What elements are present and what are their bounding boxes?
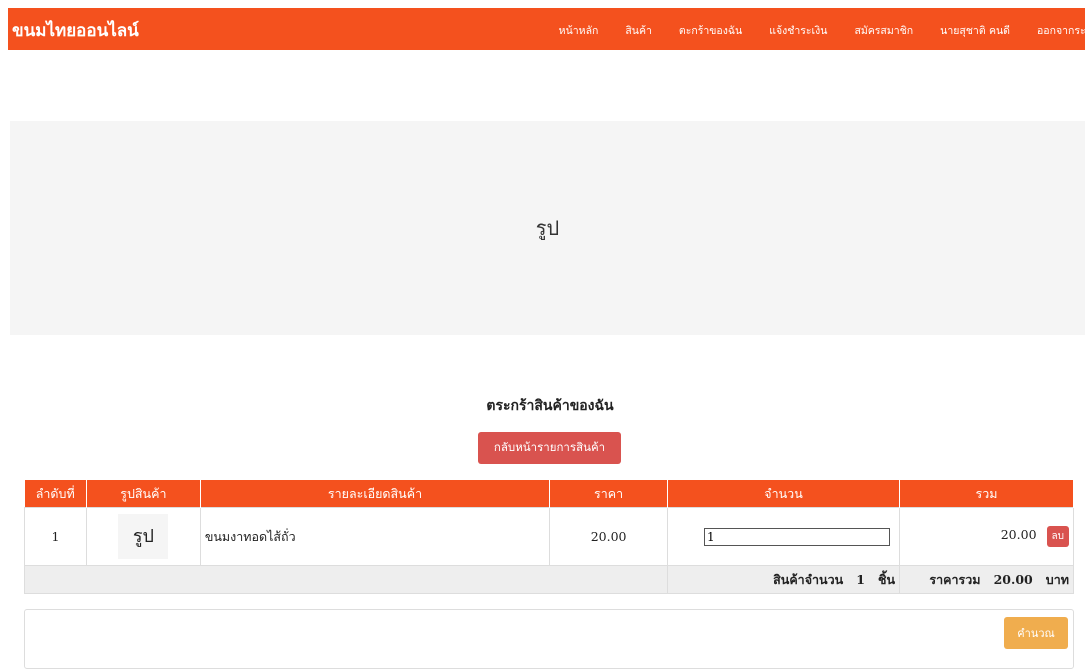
cell-image: รูป [85,507,201,566]
nav-links: หน้าหลัก สินค้า ตะกร้าของฉัน แจ้งชำระเงิ… [559,22,1085,39]
summary-qty-unit: ชิ้น [877,571,896,587]
cart-table: ลำดับที่ รูปสินค้า รายละเอียดสินค้า ราคา… [23,480,1074,594]
summary-qty-value: 1 [856,571,865,587]
delete-item-button[interactable]: ลบ [1046,526,1069,547]
summary-spacer [23,565,669,594]
back-to-products-button[interactable]: กลับหน้ารายการสินค้า [478,432,621,464]
nav-payment-notify-link[interactable]: แจ้งชำระเงิน [769,22,827,39]
quantity-input[interactable] [704,527,891,546]
cart-summary-row: สินค้าจำนวน 1 ชิ้น ราคารวม 20.00 บาท [23,565,1074,594]
nav-logout-link[interactable]: ออกจากระบบ [1037,22,1085,39]
top-navbar: ขนมไทยออนไลน์ หน้าหลัก สินค้า ตะกร้าของฉ… [8,8,1085,50]
calculate-button[interactable]: คำนวณ [1004,617,1068,649]
summary-quantity: สินค้าจำนวน 1 ชิ้น [667,565,901,594]
col-header-total: รวม [899,480,1074,508]
nav-my-cart-link[interactable]: ตะกร้าของฉัน [679,22,742,39]
col-header-price: ราคา [549,480,669,508]
nav-products-link[interactable]: สินค้า [625,22,652,39]
table-row: 1 รูป ขนมงาทอดไส้ถั่ว 20.00 20.00 ลบ [24,507,1074,566]
cart-actions-panel: คำนวณ [24,609,1074,669]
cell-quantity [667,507,901,566]
nav-user-name-link[interactable]: นายสุชาติ คนดี [940,22,1010,39]
summary-qty-label: สินค้าจำนวน [773,571,844,587]
brand-logo-text[interactable]: ขนมไทยออนไลน์ [12,17,139,44]
cell-total: 20.00 ลบ [899,507,1074,566]
col-header-description: รายละเอียดสินค้า [200,480,551,508]
nav-home-link[interactable]: หน้าหลัก [559,22,599,39]
cart-table-header: ลำดับที่ รูปสินค้า รายละเอียดสินค้า ราคา… [24,480,1074,508]
banner-placeholder-text: รูป [535,216,560,240]
summary-total-unit: บาท [1045,571,1069,587]
col-header-image: รูปสินค้า [86,480,201,508]
cell-description: ขนมงาทอดไส้ถั่ว [199,507,551,566]
cell-index: 1 [24,507,87,566]
product-thumbnail: รูป [118,514,169,559]
banner-image-placeholder: รูป [10,121,1085,335]
item-total-value: 20.00 [1000,527,1037,542]
cart-title: ตระกร้าสินค้าของฉัน [486,398,614,414]
summary-total-label: ราคารวม [929,571,981,587]
summary-total-value: 20.00 [993,571,1033,587]
summary-total: ราคารวม 20.00 บาท [899,565,1074,594]
col-header-index: ลำดับที่ [24,480,87,508]
cell-price: 20.00 [549,507,669,566]
nav-register-link[interactable]: สมัครสมาชิก [854,22,913,39]
col-header-quantity: จำนวน [667,480,901,508]
